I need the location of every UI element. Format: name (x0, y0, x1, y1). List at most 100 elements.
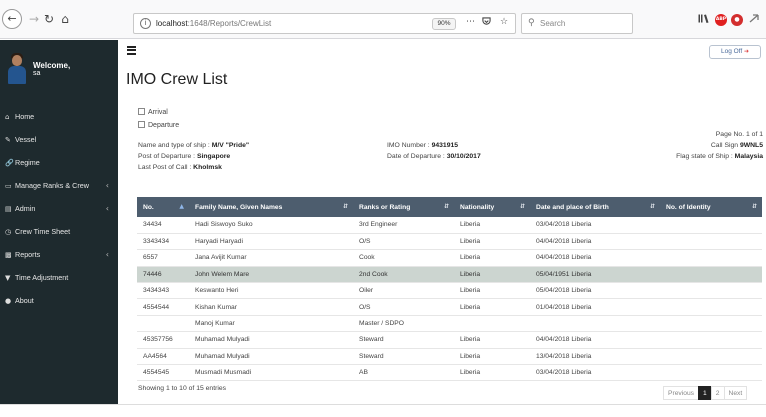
main-content: Log Off ➜ IMO Crew List Arrival Departur… (118, 40, 766, 404)
sidebar-item-crew-time-sheet[interactable]: ◷ Crew Time Sheet (0, 220, 118, 243)
cell-identity (660, 249, 762, 267)
extension-icon[interactable]: ● (731, 14, 743, 26)
cell-no (137, 315, 189, 333)
username: sa (33, 70, 41, 77)
sidebar: Welcome, sa ⌂ Home ✎ Vessel 🔗Regime ▭ Manag… (0, 40, 118, 404)
cell-birth: 01/04/2018 Liberia (530, 298, 660, 316)
table-row[interactable]: 34434 Hadi Siswoyo Suko 3rd Engineer Liberi… (137, 217, 762, 234)
column-header-nationality[interactable]: Nationality ⇵ (454, 197, 530, 217)
extension-arrow-icon[interactable] (748, 14, 760, 26)
cell-identity (660, 348, 762, 366)
ship-name-type: Name and type of ship : M/V "Pride" (138, 142, 250, 149)
cell-nationality: Liberia (454, 282, 530, 300)
cell-name: Jana Avijit Kumar (189, 249, 353, 267)
table-row[interactable]: 3343434 Haryadi Haryadi O/S Liberia 04/04/20… (137, 233, 762, 251)
cell-nationality: Liberia (454, 364, 530, 382)
cell-identity (660, 233, 762, 251)
column-header-rank[interactable]: Ranks or Rating ⇵ (353, 197, 454, 217)
pagination: Previous 1 2 Next (663, 386, 748, 400)
search-icon: ⚲ (528, 18, 535, 28)
sidebar-item-admin[interactable]: ▤ Admin ‹ (0, 197, 118, 220)
search-placeholder: Search (540, 19, 566, 28)
pocket-icon[interactable] (482, 17, 491, 29)
table-row[interactable]: 3434343 Keswanto Heri Oiler Liberia 05/04/20… (137, 282, 762, 300)
sidebar-item-regime[interactable]: 🔗Regime (0, 151, 118, 174)
pagination-next[interactable]: Next (723, 386, 748, 400)
cell-nationality (454, 315, 530, 333)
sidebar-item-about[interactable]: ● About (0, 289, 118, 312)
column-header-identity[interactable]: No. of Identity ⇵ (660, 197, 762, 217)
reload-icon[interactable]: ↻ (41, 11, 57, 27)
cell-no: AA4564 (137, 348, 189, 366)
pagination-page-1[interactable]: 1 (698, 386, 712, 400)
log-off-button[interactable]: Log Off ➜ (709, 45, 761, 59)
table-row[interactable]: Manoj Kumar Master / SDPO (137, 315, 762, 333)
pagination-page-2[interactable]: 2 (710, 386, 725, 400)
column-header-name[interactable]: Family Name, Given Names ⇵ (189, 197, 353, 217)
cell-no: 6557 (137, 249, 189, 267)
table-row[interactable]: 4554544 Kishan Kumar O/S Liberia 01/04/2018 … (137, 298, 762, 316)
adblock-icon[interactable]: ABP (715, 14, 727, 26)
table-row[interactable]: 6557 Jana Avijit Kumar Cook Liberia 04/04/20… (137, 249, 762, 267)
cell-birth: 05/04/2018 Liberia (530, 282, 660, 300)
chevron-left-icon: ‹ (105, 181, 109, 190)
page-number: Page No. 1 of 1 (715, 131, 763, 138)
cell-no: 45357756 (137, 331, 189, 349)
more-actions-icon[interactable]: ⋯ (466, 17, 475, 27)
user-icon: ● (5, 297, 12, 305)
cell-identity (660, 331, 762, 349)
search-bar[interactable]: ⚲ Search (521, 13, 633, 34)
sort-icon: ⇵ (649, 203, 655, 210)
cell-no: 4554544 (137, 298, 189, 316)
sidebar-item-home[interactable]: ⌂ Home (0, 105, 118, 128)
bookmark-star-icon[interactable]: ☆ (500, 17, 508, 27)
sort-icon: ⇵ (443, 203, 449, 210)
cell-name: Muhamad Mulyadi (189, 331, 353, 349)
sidebar-item-reports[interactable]: ▩ Reports ‹ (0, 243, 118, 266)
flag-state: Flag state of Ship : Malaysia (676, 153, 763, 160)
cell-birth: 05/04/1951 Liberia (530, 266, 660, 284)
sidebar-item-vessel[interactable]: ✎ Vessel (0, 128, 118, 151)
url-text[interactable]: localhost:1648/Reports/CrewList (156, 19, 271, 28)
forward-icon[interactable]: → (26, 11, 42, 27)
back-icon[interactable]: ← (2, 9, 22, 29)
menu-toggle-icon[interactable] (127, 46, 136, 55)
cell-nationality: Liberia (454, 217, 530, 234)
sign-out-icon: ➜ (743, 49, 750, 55)
table-row[interactable]: 45357756 Muhamad Mulyadi Steward Liberia 04/… (137, 331, 762, 349)
cell-identity (660, 266, 762, 284)
cell-rank: 3rd Engineer (353, 217, 454, 234)
cell-birth (530, 315, 660, 333)
home-icon[interactable]: ⌂ (57, 11, 73, 27)
departure-checkbox[interactable]: Departure (138, 121, 179, 129)
entries-info: Showing 1 to 10 of 15 entries (138, 385, 227, 392)
site-info-icon[interactable]: i (140, 18, 151, 29)
table-row[interactable]: 4554545 Musmadi Musmadi AB Liberia 03/04/201… (137, 364, 762, 382)
zoom-level[interactable]: 90% (432, 18, 456, 30)
cell-birth: 03/04/2018 Liberia (530, 364, 660, 382)
port-of-departure: Post of Departure : Singapore (138, 153, 231, 160)
arrival-checkbox[interactable]: Arrival (138, 108, 168, 116)
sidebar-item-manage-ranks-crew[interactable]: ▭ Manage Ranks & Crew ‹ (0, 174, 118, 197)
chevron-left-icon: ‹ (105, 250, 109, 259)
table-row[interactable]: AA4564 Muhamad Mulyadi Steward Liberia 13/04… (137, 348, 762, 366)
cell-rank: Cook (353, 249, 454, 267)
address-bar[interactable]: i localhost:1648/Reports/CrewList 90% ⋯ … (133, 13, 516, 34)
pagination-previous[interactable]: Previous (663, 386, 700, 400)
library-icon[interactable] (697, 14, 709, 26)
imo-number: IMO Number : 9431915 (387, 142, 459, 149)
cell-rank: Steward (353, 331, 454, 349)
cell-rank: O/S (353, 233, 454, 251)
cell-name: Kishan Kumar (189, 298, 353, 316)
cell-identity (660, 315, 762, 333)
cell-nationality: Liberia (454, 298, 530, 316)
cell-birth: 03/04/2018 Liberia (530, 217, 660, 234)
cell-name: Muhamad Mulyadi (189, 348, 353, 366)
sidebar-item-time-adjustment[interactable]: ▼ Time Adjustment (0, 266, 118, 289)
cell-name: Haryadi Haryadi (189, 233, 353, 251)
table-row[interactable]: 74446 John Welem Mare 2nd Cook Liberia 05/04… (137, 266, 762, 284)
cell-no: 3343434 (137, 233, 189, 251)
column-header-no[interactable]: No. ▲ (137, 197, 189, 217)
cell-nationality: Liberia (454, 266, 530, 284)
column-header-birth[interactable]: Date and place of Birth ⇵ (530, 197, 660, 217)
